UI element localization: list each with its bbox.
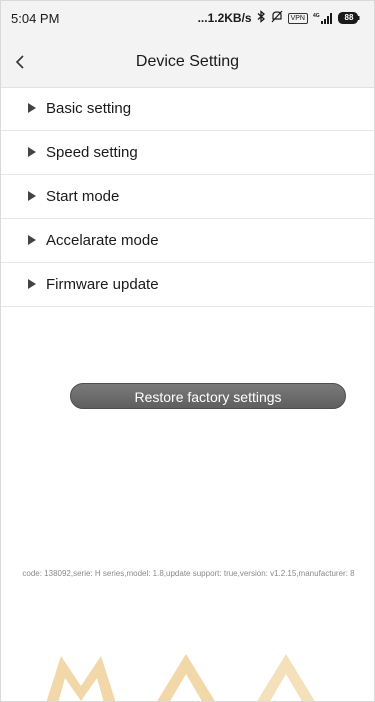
bluetooth-icon (257, 9, 266, 27)
battery-icon: 88 (338, 12, 360, 24)
signal-icon: 4G (313, 12, 333, 25)
restore-factory-settings-button[interactable]: Restore factory settings (70, 383, 346, 409)
device-info-text: code: 138092,serie: H series,model: 1.8,… (22, 569, 355, 578)
menu-item-label: Speed setting (46, 144, 138, 161)
phone-screen: 5:04 PM ...1.2KB/s VPN 4G 88 Device Sett… (0, 0, 375, 702)
network-speed: ...1.2KB/s (197, 11, 252, 25)
menu-item-label: Firmware update (46, 276, 159, 293)
status-icons: ...1.2KB/s VPN 4G 88 (197, 9, 360, 27)
menu-item-accelarate-mode[interactable]: Accelarate mode (1, 219, 374, 263)
status-bar: 5:04 PM ...1.2KB/s VPN 4G 88 (1, 1, 374, 37)
triangle-right-icon (28, 191, 36, 201)
menu-item-label: Accelarate mode (46, 232, 159, 249)
mute-icon (271, 10, 283, 27)
vpn-icon: VPN (287, 12, 308, 24)
menu-item-firmware-update[interactable]: Firmware update (1, 263, 374, 307)
menu-item-start-mode[interactable]: Start mode (1, 175, 374, 219)
menu-item-basic-setting[interactable]: Basic setting (1, 87, 374, 131)
page-title: Device Setting (135, 53, 240, 70)
triangle-right-icon (28, 103, 36, 113)
settings-menu: Basic setting Speed setting Start mode A… (1, 87, 374, 307)
triangle-right-icon (28, 147, 36, 157)
menu-item-speed-setting[interactable]: Speed setting (1, 131, 374, 175)
app-header: Device Setting (1, 43, 374, 83)
top-bar: 5:04 PM ...1.2KB/s VPN 4G 88 Device Sett… (1, 1, 374, 88)
battery-level: 88 (344, 13, 354, 22)
triangle-right-icon (28, 235, 36, 245)
network-type: 4G (313, 13, 320, 19)
menu-item-label: Basic setting (46, 100, 132, 117)
watermark-logo (1, 626, 374, 701)
menu-item-label: Start mode (46, 188, 120, 205)
triangle-right-icon (28, 279, 36, 289)
status-time: 5:04 PM (11, 11, 60, 26)
